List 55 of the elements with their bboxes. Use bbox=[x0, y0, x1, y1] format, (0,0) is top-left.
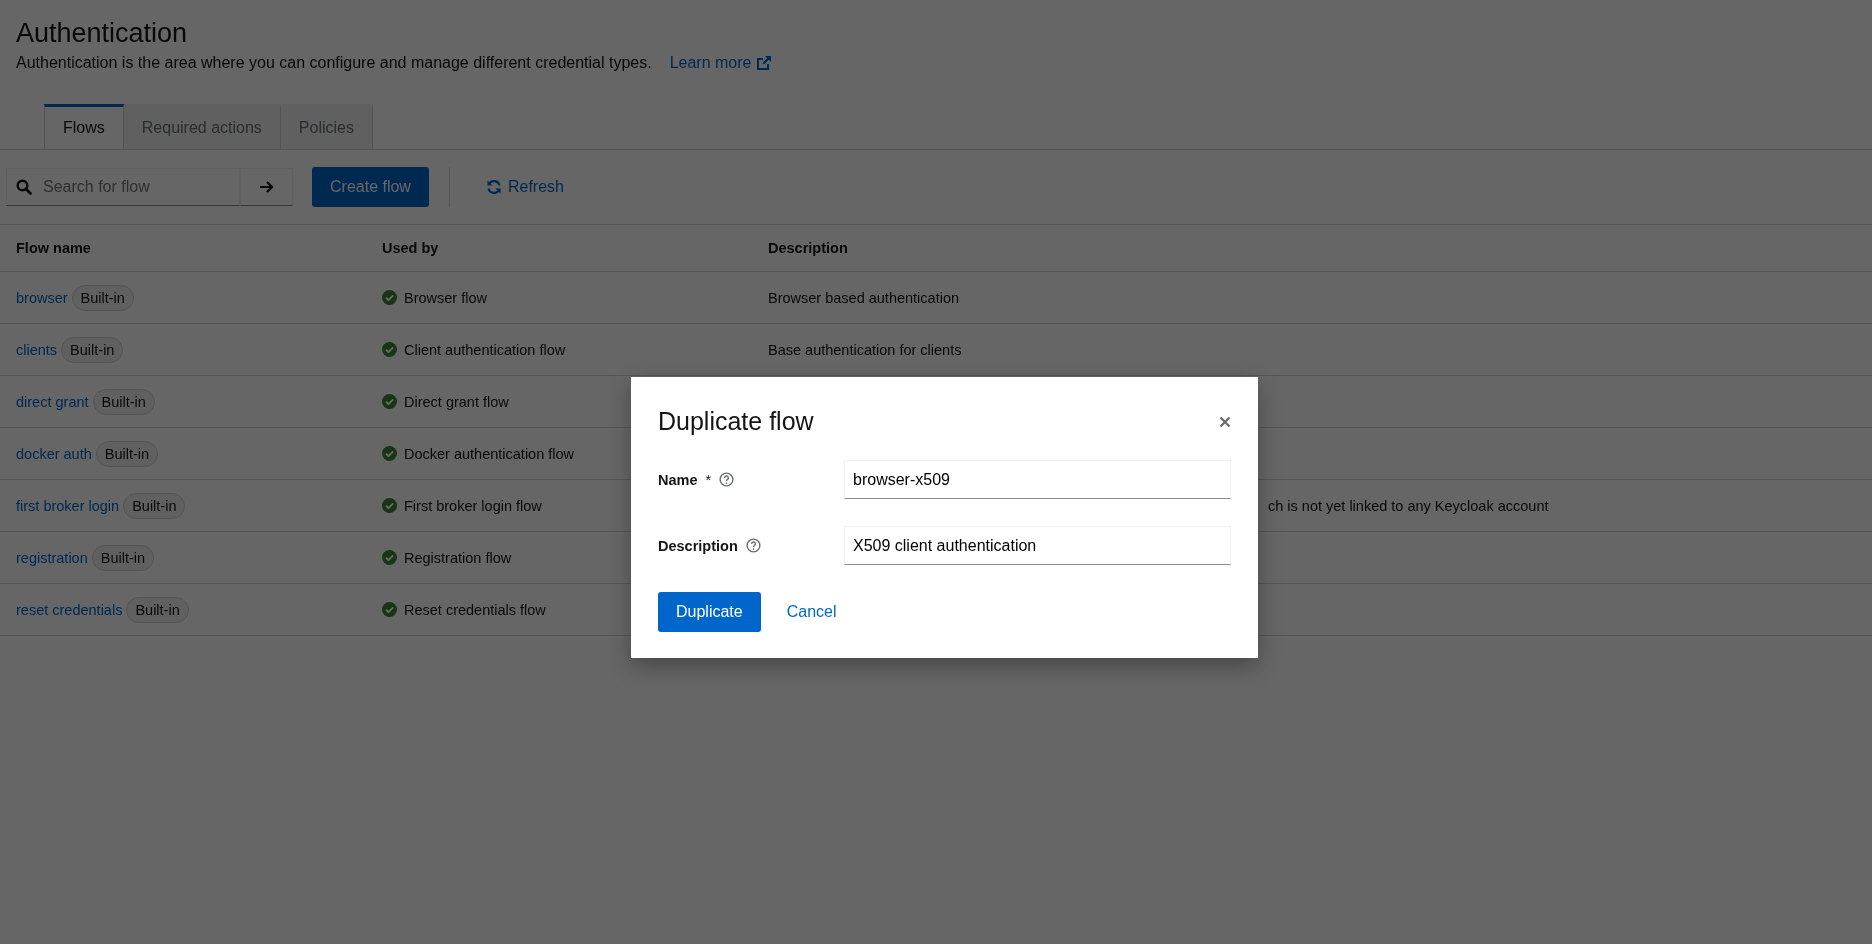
used-by-text: Docker authentication flow bbox=[404, 445, 575, 462]
used-by-text: Browser flow bbox=[404, 289, 487, 306]
built-in-label: Built-in bbox=[71, 284, 134, 311]
page-title: Authentication bbox=[16, 17, 189, 50]
create-flow-button[interactable]: Create flow bbox=[312, 167, 429, 207]
column-header: Used by bbox=[381, 240, 440, 256]
help-icon[interactable] bbox=[719, 472, 735, 487]
flow-name-link[interactable]: clients bbox=[16, 341, 58, 358]
column-header: Flow name bbox=[15, 240, 92, 256]
check-circle-icon bbox=[382, 602, 397, 617]
flow-name-link[interactable]: docker auth bbox=[16, 445, 92, 462]
refresh-button[interactable]: Refresh bbox=[469, 172, 580, 202]
used-by-text: Client authentication flow bbox=[404, 341, 566, 358]
column-header: Description bbox=[767, 240, 849, 256]
built-in-label: Built-in bbox=[61, 336, 124, 363]
required-mark: * bbox=[705, 471, 712, 488]
built-in-label: Built-in bbox=[91, 544, 155, 571]
used-by-text: Registration flow bbox=[404, 549, 512, 566]
used-by-text: First broker login flow bbox=[404, 497, 542, 514]
built-in-label: Built-in bbox=[92, 388, 155, 415]
field-label: Description bbox=[658, 537, 738, 554]
arrow-right-icon bbox=[258, 179, 275, 195]
built-in-label: Built-in bbox=[123, 492, 186, 519]
check-circle-icon bbox=[382, 290, 397, 305]
flow-name-link[interactable]: browser bbox=[16, 289, 68, 306]
description-text: ch is not yet linked to any Keycloak account bbox=[1267, 497, 1549, 514]
used-by-text: Reset credentials flow bbox=[404, 601, 546, 618]
search-submit-button[interactable] bbox=[240, 168, 293, 206]
close-icon bbox=[1219, 415, 1231, 428]
text-input[interactable]: X509 client authentication bbox=[844, 526, 1231, 565]
description-text: Browser based authentication bbox=[768, 289, 960, 306]
help-icon[interactable] bbox=[745, 538, 761, 553]
external-link-icon bbox=[755, 55, 772, 71]
flow-name-link[interactable]: first broker login bbox=[16, 497, 120, 514]
built-in-label: Built-in bbox=[126, 596, 189, 623]
flow-name-link[interactable]: reset credentials bbox=[16, 601, 123, 618]
built-in-label: Built-in bbox=[95, 440, 159, 467]
duplicate-button[interactable]: Duplicate bbox=[658, 592, 761, 632]
description-text: Base authentication for clients bbox=[768, 341, 962, 358]
dialog-title: Duplicate flow bbox=[658, 407, 814, 436]
flow-name-link[interactable]: registration bbox=[16, 549, 88, 566]
page-description: Authentication is the area where you can configure and manage different credential types. bbox=[16, 54, 652, 72]
flow-name-link[interactable]: direct grant bbox=[16, 393, 89, 410]
used-by-text: Direct grant flow bbox=[404, 393, 509, 410]
learn-more-link[interactable]: Learn more bbox=[669, 54, 772, 72]
tab[interactable]: Flows bbox=[44, 104, 124, 149]
check-circle-icon bbox=[382, 550, 397, 565]
check-circle-icon bbox=[382, 342, 397, 357]
check-circle-icon bbox=[382, 498, 397, 513]
check-circle-icon bbox=[382, 446, 397, 461]
refresh-icon bbox=[485, 179, 502, 195]
cancel-button[interactable]: Cancel bbox=[774, 595, 849, 629]
check-circle-icon bbox=[382, 394, 397, 409]
text-input[interactable]: browser-x509 bbox=[844, 460, 1231, 499]
field-label: Name bbox=[658, 471, 698, 488]
